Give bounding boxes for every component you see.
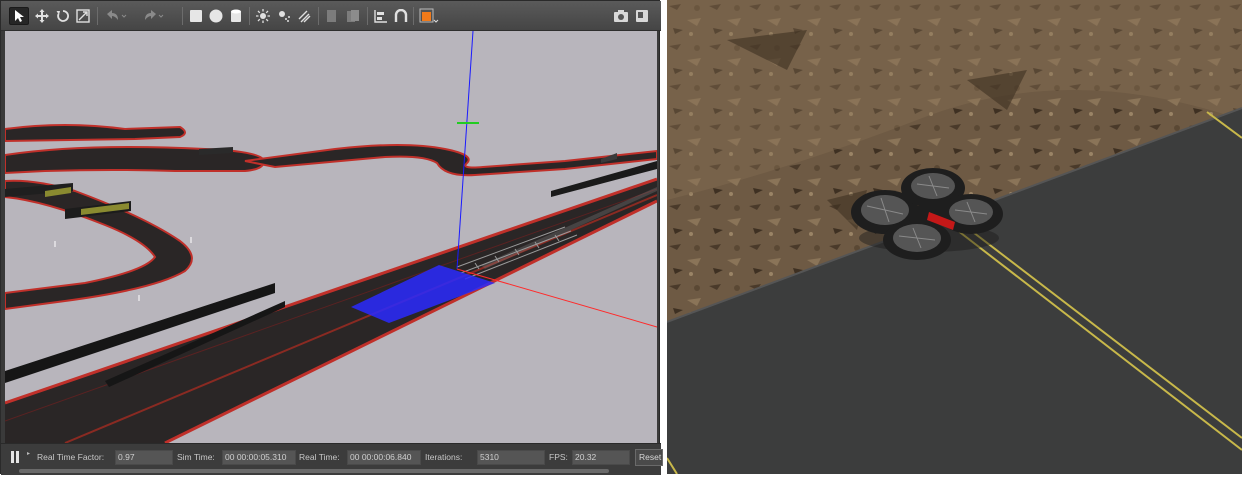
sphere-shape-icon[interactable] xyxy=(208,7,224,25)
directional-light-icon[interactable] xyxy=(295,7,313,25)
toolbar-separator xyxy=(318,7,319,25)
translate-icon[interactable] xyxy=(33,7,51,25)
real-time-factor-value: 0.97 xyxy=(115,450,173,465)
iterations-value: 5310 xyxy=(477,450,545,465)
camera-view xyxy=(667,0,1242,474)
copy-icon[interactable] xyxy=(323,7,341,25)
sim-time-label: Sim Time: xyxy=(177,452,215,462)
paste-icon[interactable] xyxy=(344,7,362,25)
toolbar-separator xyxy=(182,7,183,25)
spot-light-icon[interactable] xyxy=(275,7,293,25)
step-button[interactable] xyxy=(27,450,31,458)
real-time-label: Real Time: xyxy=(299,452,340,462)
toolbar-separator xyxy=(413,7,414,25)
snap-icon[interactable] xyxy=(392,7,410,25)
toolbar xyxy=(1,1,661,31)
toolbar-separator xyxy=(97,7,98,25)
reset-time-button[interactable]: Reset xyxy=(635,449,663,466)
fps-value: 20.32 xyxy=(572,450,630,465)
scene-viewport[interactable] xyxy=(5,31,657,443)
status-bar: Real Time Factor: 0.97 Sim Time: 00 00:0… xyxy=(1,443,663,475)
view-angle-icon[interactable] xyxy=(418,7,440,25)
redo-icon[interactable] xyxy=(139,7,165,25)
screen: Real Time Factor: 0.97 Sim Time: 00 00:0… xyxy=(0,0,1242,478)
cylinder-shape-icon[interactable] xyxy=(228,7,244,25)
point-light-icon[interactable] xyxy=(254,7,272,25)
pause-button[interactable] xyxy=(9,451,21,465)
box-shape-icon[interactable] xyxy=(188,7,204,25)
fps-label: FPS: xyxy=(549,452,568,462)
real-time-factor-label: Real Time Factor: xyxy=(37,452,105,462)
scale-icon[interactable] xyxy=(74,7,92,25)
horizontal-scrollbar[interactable] xyxy=(19,469,609,473)
rotate-icon[interactable] xyxy=(54,7,72,25)
select-arrow-icon[interactable] xyxy=(9,7,29,25)
toolbar-separator xyxy=(249,7,250,25)
toolbar-separator xyxy=(367,7,368,25)
align-icon[interactable] xyxy=(372,7,390,25)
record-log-icon[interactable] xyxy=(633,7,651,25)
screenshot-icon[interactable] xyxy=(612,7,630,25)
iterations-label: Iterations: xyxy=(425,452,463,462)
gazebo-window: Real Time Factor: 0.97 Sim Time: 00 00:0… xyxy=(0,0,663,475)
undo-icon[interactable] xyxy=(102,7,128,25)
real-time-value: 00 00:00:06.840 xyxy=(347,450,421,465)
sim-time-value: 00 00:00:05.310 xyxy=(222,450,296,465)
